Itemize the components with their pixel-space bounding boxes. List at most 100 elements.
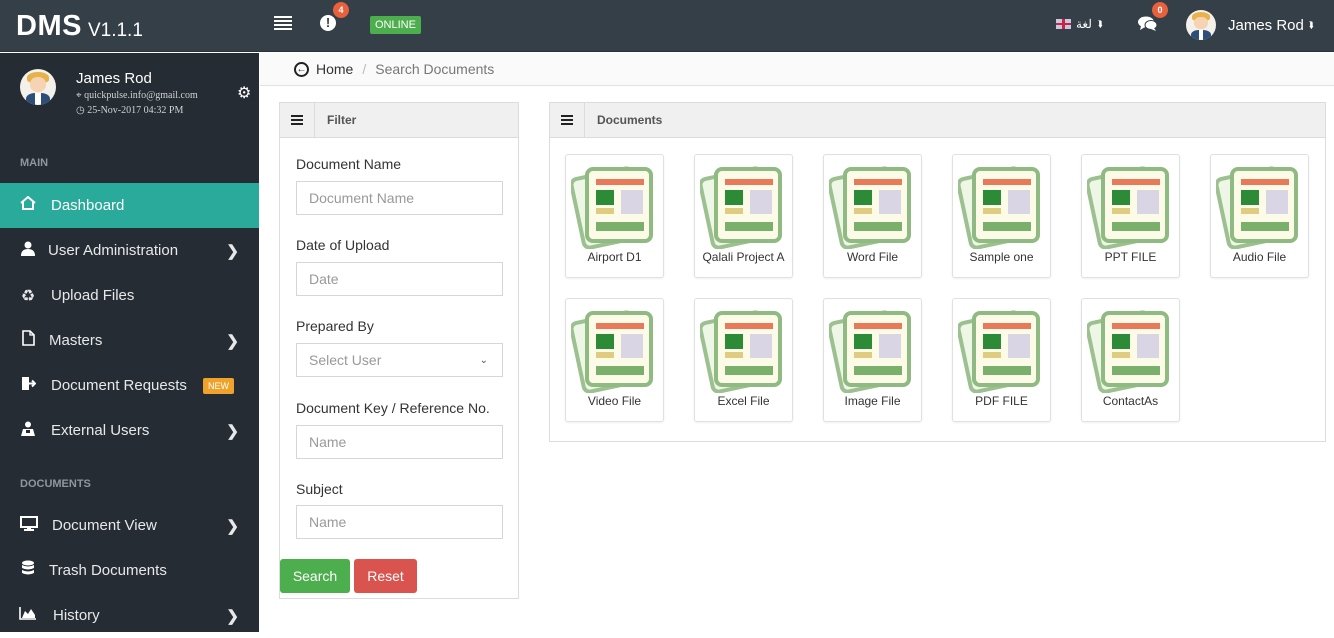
document-card[interactable]: Video File — [565, 298, 664, 422]
menu-toggle-icon[interactable] — [274, 16, 292, 30]
document-name: Word File — [846, 250, 899, 264]
document-icon — [700, 166, 782, 249]
document-name: Video File — [587, 394, 642, 408]
filter-panel: Filter Document Name Date of Upload Prep… — [279, 102, 519, 599]
document-card[interactable]: PDF FILE — [952, 298, 1051, 422]
sidebar-item-masters[interactable]: Masters ❯ — [0, 318, 259, 363]
profile-email: ⌖ quickpulse.info@gmail.com — [76, 90, 198, 101]
document-icon — [958, 166, 1040, 249]
document-icon — [700, 310, 782, 393]
breadcrumb-separator: / — [362, 61, 367, 77]
gear-icon[interactable]: ⚙ — [237, 83, 251, 103]
avatar — [20, 69, 56, 105]
document-icon — [571, 310, 653, 393]
document-icon — [1087, 166, 1169, 249]
sidebar-item-user-administration[interactable]: User Administration ❯ — [0, 228, 259, 273]
sidebar-item-history[interactable]: History ❯ — [0, 593, 259, 638]
sidebar-item-label: History — [53, 607, 100, 624]
sidebar-item-label: Document Requests — [51, 377, 187, 394]
sidebar-item-external-users[interactable]: External Users ❯ — [0, 408, 259, 453]
prepared-by-label: Prepared By — [296, 318, 374, 334]
user-icon — [19, 241, 37, 261]
sidebar-item-label: Upload Files — [51, 287, 135, 304]
document-name: Excel File — [717, 394, 770, 408]
sidebar-item-label: Dashboard — [51, 197, 125, 214]
language-label: لغة — [1076, 17, 1092, 31]
prepared-by-select[interactable]: Select User ⌄ — [296, 343, 503, 377]
document-card[interactable]: Audio File — [1210, 154, 1309, 278]
user-profile: James Rod ⌖ quickpulse.info@gmail.com ◷ … — [0, 53, 259, 148]
date-of-upload-input[interactable] — [296, 262, 503, 296]
chevron-right-icon: ❯ — [226, 332, 239, 350]
alert-icon[interactable]: ! — [320, 15, 336, 31]
document-name: Sample one — [969, 250, 1034, 264]
breadcrumb: ← Home / Search Documents — [260, 53, 1334, 86]
area-chart-icon — [19, 606, 37, 625]
monitor-icon — [20, 515, 38, 536]
filter-menu-icon[interactable] — [280, 102, 315, 138]
chat-icon[interactable] — [1138, 16, 1158, 37]
prepared-by-selected: Select User — [309, 352, 382, 368]
sidebar-item-upload-files[interactable]: ♻ Upload Files — [0, 273, 259, 318]
document-name: Image File — [844, 394, 901, 408]
sidebar-item-document-requests[interactable]: Document Requests NEW — [0, 363, 259, 408]
sidebar-item-label: External Users — [51, 422, 150, 439]
sidebar-item-document-view[interactable]: Document View ❯ — [0, 503, 259, 548]
documents-title: Documents — [597, 113, 663, 127]
chevron-down-icon: ⮯ — [1096, 18, 1103, 29]
map-marker-icon: ⌖ — [76, 90, 82, 101]
database-icon — [19, 560, 37, 581]
subject-label: Subject — [296, 481, 343, 497]
document-card[interactable]: Image File — [823, 298, 922, 422]
chevron-down-icon: ⌄ — [479, 354, 488, 366]
sidebar-item-label: User Administration — [48, 242, 179, 259]
document-card[interactable]: Airport D1 — [565, 154, 664, 278]
date-of-upload-label: Date of Upload — [296, 237, 390, 253]
profile-datetime: ◷ 25-Nov-2017 04:32 PM — [76, 105, 183, 116]
document-card[interactable]: Word File — [823, 154, 922, 278]
profile-email-text: quickpulse.info@gmail.com — [84, 90, 198, 101]
document-key-input[interactable] — [296, 425, 503, 459]
chevron-right-icon: ❯ — [226, 422, 239, 440]
breadcrumb-home[interactable]: Home — [316, 61, 353, 77]
document-name-input[interactable] — [296, 181, 503, 215]
documents-panel-header: Documents — [550, 102, 1325, 138]
brand-logo[interactable]: DMS V1.1.1 — [16, 10, 143, 43]
sidebar: James Rod ⌖ quickpulse.info@gmail.com ◷ … — [0, 53, 259, 632]
chevron-right-icon: ❯ — [226, 517, 239, 535]
alert-count-badge: 4 — [333, 2, 349, 18]
clock-icon: ◷ — [76, 105, 85, 116]
document-name: Qalali Project A — [702, 250, 785, 264]
back-arrow-icon[interactable]: ← — [294, 61, 309, 77]
sidebar-item-trash-documents[interactable]: Trash Documents — [0, 548, 259, 593]
document-card[interactable]: Excel File — [694, 298, 793, 422]
document-icon — [829, 310, 911, 393]
sidebar-item-label: Masters — [49, 332, 103, 349]
subject-input[interactable] — [296, 505, 503, 539]
search-button[interactable]: Search — [280, 559, 350, 593]
language-dropdown[interactable]: لغة ⮯ — [1056, 17, 1102, 31]
user-menu[interactable]: James Rod ⮯ — [1186, 10, 1313, 40]
document-name: Audio File — [1232, 250, 1287, 264]
reset-button[interactable]: Reset — [354, 559, 417, 593]
document-name: Airport D1 — [587, 250, 642, 264]
top-navbar: DMS V1.1.1 ! 4 ONLINE لغة ⮯ 0 James Rod ⮯ — [0, 0, 1334, 52]
brand-title: DMS — [16, 10, 82, 42]
document-icon — [1087, 310, 1169, 393]
document-card[interactable]: PPT FILE — [1081, 154, 1180, 278]
chevron-right-icon: ❯ — [226, 607, 239, 625]
document-icon — [1216, 166, 1298, 249]
breadcrumb-current: Search Documents — [375, 61, 495, 77]
uk-flag-icon — [1056, 19, 1071, 29]
document-card[interactable]: Sample one — [952, 154, 1051, 278]
sign-out-icon — [19, 376, 37, 396]
messages-count-badge: 0 — [1152, 2, 1168, 18]
filter-title: Filter — [327, 113, 357, 127]
document-card[interactable]: Qalali Project A — [694, 154, 793, 278]
filter-panel-header: Filter — [280, 102, 518, 138]
sidebar-item-dashboard[interactable]: Dashboard — [0, 183, 259, 228]
sidebar-item-label: Trash Documents — [49, 562, 167, 579]
home-icon — [19, 195, 37, 215]
document-card[interactable]: ContactAs — [1081, 298, 1180, 422]
documents-menu-icon[interactable] — [550, 102, 585, 138]
